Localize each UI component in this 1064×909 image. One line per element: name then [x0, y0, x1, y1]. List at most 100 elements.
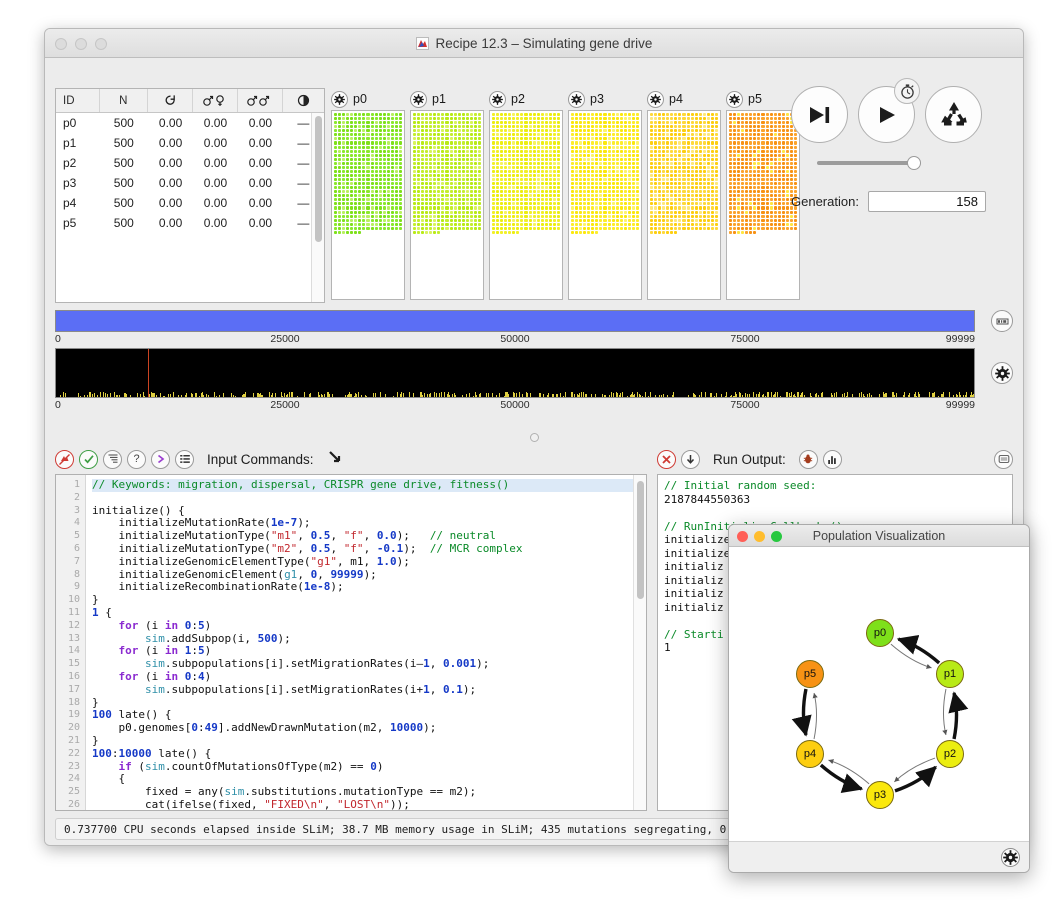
table-row[interactable]: p2 500 0.00 0.00 0.00 —	[56, 153, 324, 173]
individual-dot	[529, 219, 532, 222]
individual-dot	[749, 215, 752, 218]
close-button[interactable]	[55, 38, 67, 50]
individual-dot	[425, 194, 428, 197]
subpop-tile-p2[interactable]: p2	[489, 88, 563, 300]
individual-dot	[557, 186, 560, 189]
line-number: 21	[56, 735, 85, 748]
check-script-button[interactable]	[79, 450, 98, 469]
chromosome-display-button[interactable]	[991, 310, 1013, 332]
individual-dot	[687, 117, 690, 120]
mutation-frequency-track[interactable]	[55, 348, 975, 398]
table-row[interactable]: p4 500 0.00 0.00 0.00 —	[56, 193, 324, 213]
individual-dot	[587, 133, 590, 136]
profile-stopwatch-button[interactable]	[894, 78, 920, 104]
subpop-gear-icon[interactable]	[568, 91, 585, 108]
column-header-sex-ratio-icon[interactable]	[283, 89, 324, 112]
subpop-tile-p3[interactable]: p3	[568, 88, 642, 300]
individual-dot	[474, 219, 477, 222]
column-header-female-clone-icon[interactable]	[193, 89, 238, 112]
table-scrollbar[interactable]	[311, 113, 324, 302]
subpop-tile-p4[interactable]: p4	[647, 88, 721, 300]
individual-dot	[666, 150, 669, 153]
individual-dot	[338, 202, 341, 205]
help-button[interactable]: ?	[127, 450, 146, 469]
subpop-gear-icon[interactable]	[647, 91, 664, 108]
disable-script-block-button[interactable]	[55, 450, 74, 469]
table-row[interactable]: p0 500 0.00 0.00 0.00 —	[56, 113, 324, 133]
column-header-male-clone-icon[interactable]	[238, 89, 283, 112]
chromosome-settings-button[interactable]	[991, 362, 1013, 384]
subpopulation-table[interactable]: ID N	[55, 88, 325, 303]
subpop-individual-grid[interactable]	[331, 110, 405, 300]
population-node-p2[interactable]: p2	[936, 740, 964, 768]
subpop-individual-grid[interactable]	[726, 110, 800, 300]
popup-minimize-button[interactable]	[754, 531, 765, 542]
subpop-gear-icon[interactable]	[726, 91, 743, 108]
popup-close-button[interactable]	[737, 531, 748, 542]
individual-dot	[616, 206, 619, 209]
subpop-individual-grid[interactable]	[489, 110, 563, 300]
show-variable-browser-button[interactable]	[175, 450, 194, 469]
individual-dot	[445, 174, 448, 177]
population-node-p1[interactable]: p1	[936, 660, 964, 688]
window-traffic-lights[interactable]	[55, 38, 107, 50]
play-button[interactable]	[858, 86, 915, 143]
scroll-to-bottom-button[interactable]	[681, 450, 700, 469]
subpop-gear-icon[interactable]	[331, 91, 348, 108]
prettify-script-button[interactable]	[103, 450, 122, 469]
column-header-selfing-rate-icon[interactable]	[148, 89, 193, 112]
individual-dot	[636, 178, 639, 181]
population-node-p0[interactable]: p0	[866, 619, 894, 647]
pane-splitter[interactable]	[45, 433, 1023, 442]
individual-dot	[545, 227, 548, 230]
table-scrollbar-thumb[interactable]	[315, 116, 322, 242]
column-header-n[interactable]: N	[100, 89, 149, 112]
individual-dot	[383, 166, 386, 169]
mutation-tick	[350, 394, 351, 397]
mutation-tick	[818, 395, 819, 397]
subpop-tile-p5[interactable]: p5	[726, 88, 800, 300]
genomic-element-bar[interactable]	[55, 310, 975, 332]
recycle-button[interactable]	[925, 86, 982, 143]
population-graph-canvas[interactable]: p0 p1 p2 p3 p4 p5	[729, 547, 1029, 841]
generation-field[interactable]: 158	[868, 191, 986, 212]
population-settings-button[interactable]	[1001, 848, 1020, 867]
individual-dot	[571, 182, 574, 185]
clear-output-button[interactable]	[657, 450, 676, 469]
population-node-p4[interactable]: p4	[796, 740, 824, 768]
individual-dot	[375, 141, 378, 144]
subpop-gear-icon[interactable]	[489, 91, 506, 108]
subpop-tile-p1[interactable]: p1	[410, 88, 484, 300]
speed-slider-knob[interactable]	[907, 156, 921, 170]
popup-traffic-lights[interactable]	[737, 531, 782, 542]
minimize-button[interactable]	[75, 38, 87, 50]
show-console-button[interactable]	[151, 450, 170, 469]
popup-zoom-button[interactable]	[771, 531, 782, 542]
column-header-id[interactable]: ID	[56, 89, 100, 112]
editor-scrollbar-thumb[interactable]	[637, 481, 644, 599]
script-editor[interactable]: 1234567891011121314151617181920212223242…	[55, 474, 647, 811]
individual-dot	[682, 170, 685, 173]
debug-button[interactable]	[799, 450, 818, 469]
individual-dot	[608, 215, 611, 218]
notes-button[interactable]	[994, 450, 1013, 469]
population-node-p3[interactable]: p3	[866, 781, 894, 809]
individual-dot	[413, 117, 416, 120]
zoom-button[interactable]	[95, 38, 107, 50]
step-forward-button[interactable]	[791, 86, 848, 143]
speed-slider[interactable]	[817, 155, 921, 171]
table-row[interactable]: p1 500 0.00 0.00 0.00 —	[56, 133, 324, 153]
subpop-individual-grid[interactable]	[647, 110, 721, 300]
editor-scrollbar[interactable]	[633, 475, 646, 810]
table-row[interactable]: p5 500 0.00 0.00 0.00 —	[56, 213, 324, 233]
table-row[interactable]: p3 500 0.00 0.00 0.00 —	[56, 173, 324, 193]
subpop-gear-icon[interactable]	[410, 91, 427, 108]
subpop-tile-p0[interactable]: p0	[331, 88, 405, 300]
graph-button[interactable]	[823, 450, 842, 469]
script-code[interactable]: // Keywords: migration, dispersal, CRISP…	[86, 475, 646, 810]
script-resize-button[interactable]	[327, 449, 343, 470]
subpop-individual-grid[interactable]	[568, 110, 642, 300]
population-node-p5[interactable]: p5	[796, 660, 824, 688]
splitter-grip[interactable]	[530, 433, 539, 442]
subpop-individual-grid[interactable]	[410, 110, 484, 300]
